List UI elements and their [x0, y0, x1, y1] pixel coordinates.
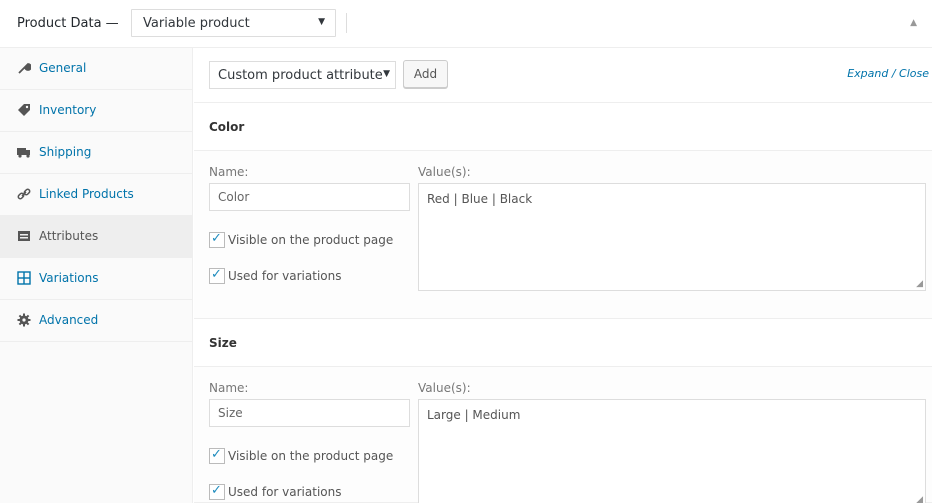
attribute-values-textarea[interactable]: Large | Medium ◢ — [418, 399, 926, 503]
attribute-body-color: Name: Color Value(s): Red | Blue | Black… — [194, 151, 932, 319]
sidebar-item-label: Variations — [39, 271, 99, 285]
sidebar-item-general[interactable]: General — [0, 48, 193, 90]
checkmark-icon: ✓ — [211, 483, 222, 498]
checkmark-icon: ✓ — [211, 447, 222, 462]
attribute-values-text: Red | Blue | Black — [427, 192, 533, 206]
attribute-heading: Color — [209, 120, 245, 134]
resize-handle-icon[interactable]: ◢ — [916, 279, 923, 289]
attribute-values-text: Large | Medium — [427, 408, 521, 422]
attribute-body-size: Name: Size Value(s): Large | Medium ◢ ✓ … — [194, 367, 932, 503]
visible-checkbox[interactable]: ✓ — [209, 447, 225, 464]
resize-handle-icon[interactable]: ◢ — [916, 495, 923, 503]
truck-icon — [17, 145, 31, 159]
tag-icon — [17, 103, 31, 117]
variations-checkbox-label: Used for variations — [228, 269, 342, 283]
sidebar-item-label: Shipping — [39, 145, 92, 159]
visible-checkbox-label: Visible on the product page — [228, 233, 394, 247]
sidebar-item-label: General — [39, 61, 87, 75]
product-data-tabs: General Inventory Shipping Linked Produc… — [0, 48, 193, 503]
name-label: Name: — [209, 165, 249, 179]
attribute-values-textarea[interactable]: Red | Blue | Black ◢ — [418, 183, 926, 291]
checkmark-icon: ✓ — [211, 231, 222, 246]
sidebar-item-label: Linked Products — [39, 187, 134, 201]
sidebar-item-label: Advanced — [39, 313, 99, 327]
sidebar-item-label: Attributes — [39, 229, 99, 243]
values-label: Value(s): — [418, 165, 471, 179]
product-data-header: Product Data — Variable product ▼ ▲ — [0, 0, 932, 48]
attribute-header-size[interactable]: Size — [194, 319, 932, 367]
add-attribute-button[interactable]: Add — [403, 60, 448, 88]
chevron-down-icon: ▼ — [383, 69, 390, 79]
product-type-value: Variable product — [143, 16, 250, 31]
attribute-name-input[interactable]: Size — [209, 399, 410, 427]
attribute-type-value: Custom product attribute — [218, 68, 383, 83]
name-label: Name: — [209, 381, 249, 395]
product-type-select[interactable]: Variable product ▼ — [131, 9, 336, 37]
visible-checkbox[interactable]: ✓ — [209, 231, 225, 248]
attribute-name-value: Color — [218, 190, 250, 204]
attributes-panel: Custom product attribute ▼ Add Expand / … — [194, 48, 932, 503]
values-label: Value(s): — [418, 381, 471, 395]
attribute-heading: Size — [209, 336, 237, 350]
sidebar-item-advanced[interactable]: Advanced — [0, 300, 193, 342]
sidebar-item-label: Inventory — [39, 103, 97, 117]
wrench-icon — [17, 61, 32, 75]
sidebar-item-inventory[interactable]: Inventory — [0, 90, 193, 132]
attribute-header-color[interactable]: Color — [194, 103, 932, 151]
collapse-panel-icon[interactable]: ▲ — [910, 18, 917, 28]
grid-icon — [17, 271, 31, 285]
list-icon — [17, 229, 31, 243]
attribute-name-value: Size — [218, 406, 243, 420]
attributes-toolbar: Custom product attribute ▼ Add Expand / … — [194, 48, 932, 103]
variations-checkbox-label: Used for variations — [228, 485, 342, 499]
product-data-title: Product Data — — [17, 16, 119, 31]
chevron-down-icon: ▼ — [318, 17, 325, 27]
expand-close-link[interactable]: Expand / Close — [847, 67, 929, 80]
sidebar-item-attributes[interactable]: Attributes — [0, 216, 193, 258]
sidebar-item-variations[interactable]: Variations — [0, 258, 193, 300]
attribute-type-select[interactable]: Custom product attribute ▼ — [209, 61, 396, 89]
sidebar-item-linked-products[interactable]: Linked Products — [0, 174, 193, 216]
attribute-name-input[interactable]: Color — [209, 183, 410, 211]
header-divider — [346, 13, 347, 33]
checkmark-icon: ✓ — [211, 267, 222, 282]
variations-checkbox[interactable]: ✓ — [209, 267, 225, 284]
gear-icon — [17, 313, 31, 327]
link-icon — [17, 187, 31, 201]
sidebar-item-shipping[interactable]: Shipping — [0, 132, 193, 174]
variations-checkbox[interactable]: ✓ — [209, 483, 225, 500]
visible-checkbox-label: Visible on the product page — [228, 449, 394, 463]
